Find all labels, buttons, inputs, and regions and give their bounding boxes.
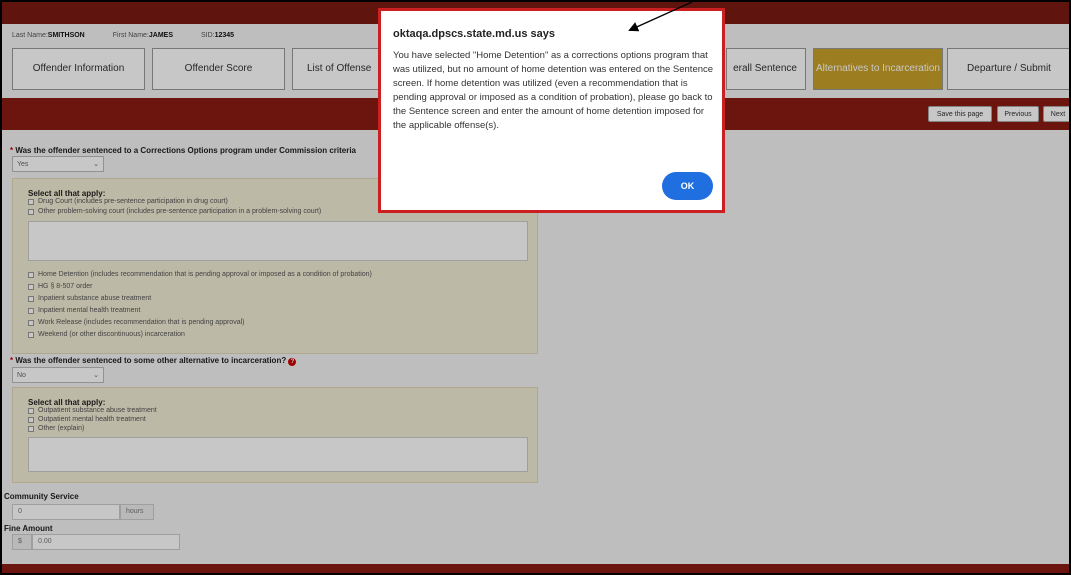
annotation-arrow-icon (628, 2, 693, 32)
app-window: Last Name:SMITHSON First Name:JAMES SID:… (0, 0, 1071, 575)
